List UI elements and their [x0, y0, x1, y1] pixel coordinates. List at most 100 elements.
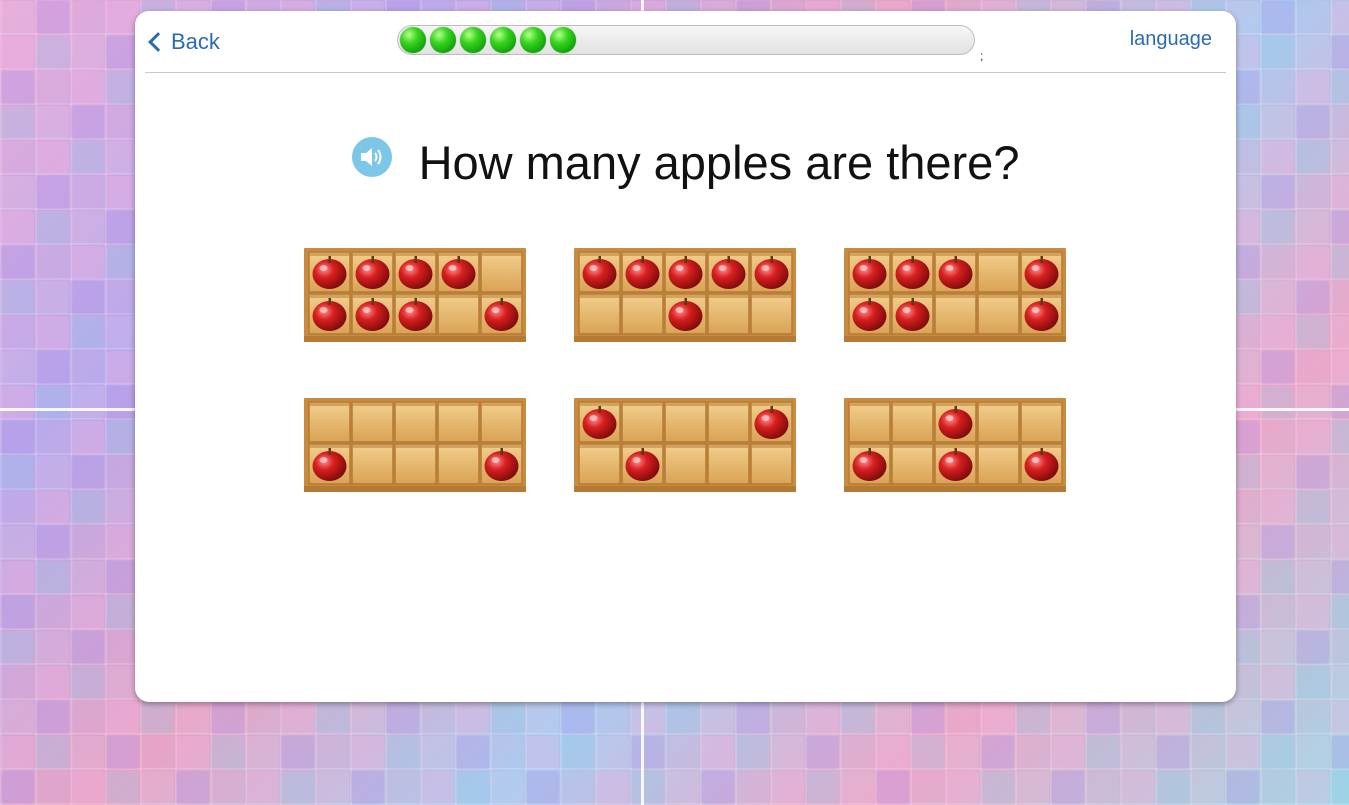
- shelf-cell: [977, 293, 1020, 335]
- cell-shadow: [352, 294, 393, 298]
- cell-shadow: [352, 252, 393, 256]
- cell-shadow: [751, 294, 792, 298]
- progress-marker: ;: [980, 49, 984, 63]
- cell-shadow: [978, 402, 1019, 406]
- cell-shadow: [1021, 294, 1062, 298]
- cell-shadow: [708, 252, 749, 256]
- cell-shadow: [579, 252, 620, 256]
- question: How many apples are there?: [135, 131, 1236, 190]
- cell-shadow: [892, 252, 933, 256]
- ten-frame-option-2[interactable]: [573, 247, 797, 343]
- shelf-cell: [664, 443, 707, 485]
- exercise-panel: Back ; language How many apples are ther…: [135, 11, 1236, 702]
- shelf-cell: [707, 401, 750, 443]
- ten-frame: [304, 398, 526, 492]
- shelf-base: [844, 336, 1066, 342]
- shelf-cell: [891, 443, 934, 485]
- cell-shadow: [438, 444, 479, 448]
- cell-shadow: [438, 294, 479, 298]
- shelf-base: [304, 336, 526, 342]
- cell-shadow: [665, 444, 706, 448]
- shelf-cell: [308, 401, 351, 443]
- shelf-cell: [394, 401, 437, 443]
- cell-shadow: [665, 402, 706, 406]
- cell-shadow: [395, 402, 436, 406]
- cell-shadow: [751, 252, 792, 256]
- shelf-cell: [1020, 401, 1063, 443]
- cell-shadow: [665, 252, 706, 256]
- cell-shadow: [481, 402, 522, 406]
- shelf-cell: [480, 251, 523, 293]
- ten-frame-option-6[interactable]: [843, 397, 1067, 493]
- cell-shadow: [935, 444, 976, 448]
- cell-shadow: [1021, 402, 1062, 406]
- shelf-cell: [707, 443, 750, 485]
- ten-frame-option-1[interactable]: [303, 247, 527, 343]
- cell-shadow: [978, 252, 1019, 256]
- cell-shadow: [395, 294, 436, 298]
- shelf-cell: [848, 401, 891, 443]
- cell-shadow: [579, 444, 620, 448]
- cell-shadow: [622, 402, 663, 406]
- cell-shadow: [309, 444, 350, 448]
- cell-shadow: [935, 294, 976, 298]
- cell-shadow: [395, 444, 436, 448]
- progress-dot: [550, 27, 576, 53]
- cell-shadow: [481, 252, 522, 256]
- shelf-cell: [578, 443, 621, 485]
- cell-shadow: [438, 402, 479, 406]
- cell-shadow: [579, 402, 620, 406]
- shelf-base: [574, 336, 796, 342]
- cell-shadow: [849, 294, 890, 298]
- shelf-base: [844, 486, 1066, 492]
- cell-shadow: [751, 444, 792, 448]
- back-button[interactable]: Back: [145, 27, 220, 57]
- shelf-cell: [480, 401, 523, 443]
- shelf-cell: [664, 401, 707, 443]
- shelf-cell: [891, 401, 934, 443]
- cell-shadow: [708, 294, 749, 298]
- cell-shadow: [978, 294, 1019, 298]
- cell-shadow: [892, 444, 933, 448]
- shelf-cell: [437, 293, 480, 335]
- shelf-cell: [351, 401, 394, 443]
- cell-shadow: [622, 444, 663, 448]
- ten-frame-option-5[interactable]: [573, 397, 797, 493]
- language-link[interactable]: language: [1130, 28, 1212, 51]
- chevron-left-icon: [148, 32, 168, 52]
- cell-shadow: [1021, 444, 1062, 448]
- cell-shadow: [935, 402, 976, 406]
- cell-shadow: [708, 444, 749, 448]
- shelf-cell: [934, 293, 977, 335]
- cell-shadow: [438, 252, 479, 256]
- back-label: Back: [171, 29, 220, 54]
- shelf-cell: [437, 401, 480, 443]
- shelf-cell: [707, 293, 750, 335]
- progress-dot: [400, 27, 426, 53]
- cell-shadow: [395, 252, 436, 256]
- cell-shadow: [665, 294, 706, 298]
- cell-shadow: [481, 294, 522, 298]
- shelf-cell: [394, 443, 437, 485]
- speaker-icon[interactable]: [351, 136, 392, 177]
- cell-shadow: [849, 252, 890, 256]
- ten-frame-option-4[interactable]: [303, 397, 527, 493]
- progress-fill: [400, 27, 580, 53]
- cell-shadow: [849, 444, 890, 448]
- shelf-base: [304, 486, 526, 492]
- ten-frame: [574, 248, 796, 342]
- cell-shadow: [708, 402, 749, 406]
- ten-frame: [304, 248, 526, 342]
- ten-frame-option-3[interactable]: [843, 247, 1067, 343]
- cell-shadow: [892, 294, 933, 298]
- cell-shadow: [849, 402, 890, 406]
- cell-shadow: [1021, 252, 1062, 256]
- shelf-cell: [750, 443, 793, 485]
- top-bar: Back ; language: [145, 11, 1226, 73]
- ten-frame: [574, 398, 796, 492]
- cell-shadow: [935, 252, 976, 256]
- progress-bar: [397, 25, 975, 55]
- shelf-cell: [621, 293, 664, 335]
- ten-frame: [844, 248, 1066, 342]
- shelf-cell: [977, 401, 1020, 443]
